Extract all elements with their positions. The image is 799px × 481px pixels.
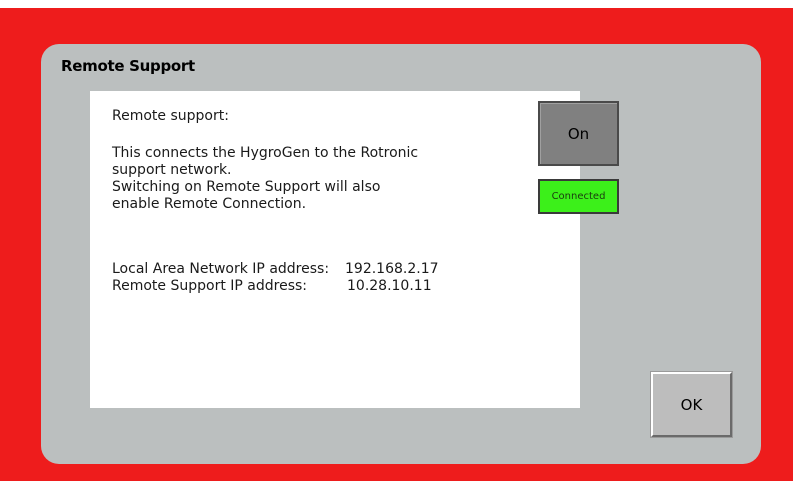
remote-support-dialog: Remote Support Remote support: This conn… [41, 44, 761, 464]
remote-ip-label: Remote Support IP address: [112, 278, 308, 294]
lan-ip-label: Local Area Network IP address: [112, 261, 330, 277]
remote-support-toggle-button[interactable]: On [538, 101, 619, 166]
lan-ip-value: 192.168.2.17 [345, 261, 439, 277]
info-heading: Remote support: [112, 108, 229, 124]
dialog-title: Remote Support [61, 57, 195, 75]
info-description: This connects the HygroGen to the Rotron… [112, 145, 419, 212]
connection-status-indicator: Connected [538, 179, 619, 214]
remote-ip-value: 10.28.10.11 [347, 278, 432, 294]
red-frame: Remote Support Remote support: This conn… [0, 8, 793, 481]
content-panel: Remote support: This connects the HygroG… [90, 91, 619, 408]
ok-button[interactable]: OK [651, 372, 732, 437]
